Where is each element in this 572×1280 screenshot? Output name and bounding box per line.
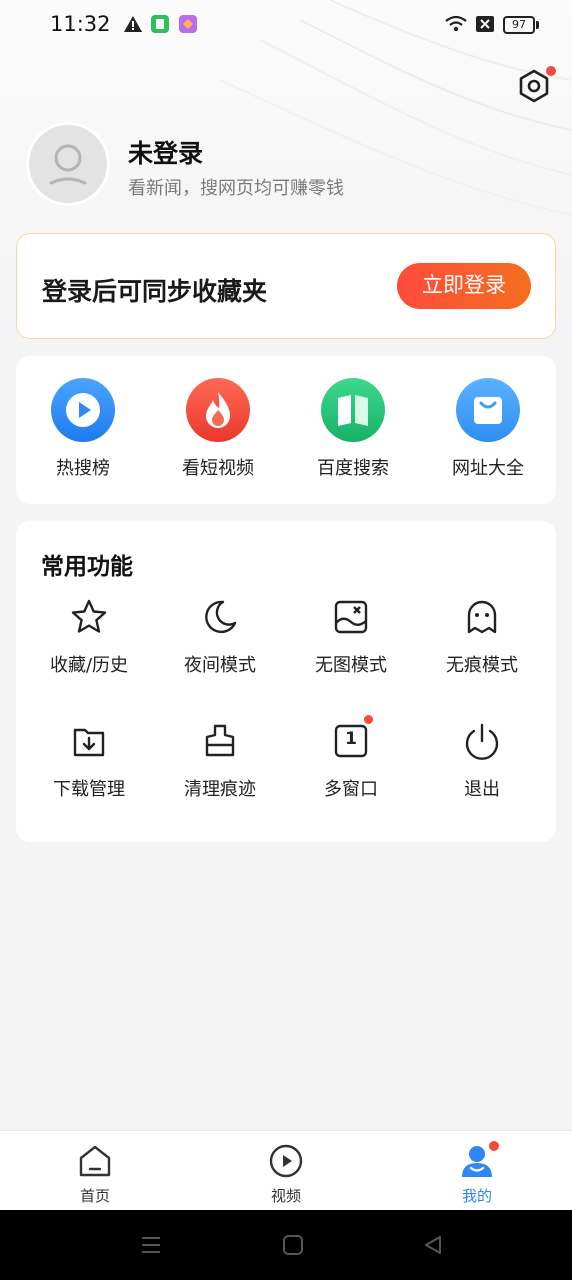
function-label: 退出 xyxy=(464,779,500,800)
login-sync-card: 登录后可同步收藏夹 立即登录 xyxy=(16,233,556,339)
night-mode-button[interactable]: 夜间模式 xyxy=(155,597,285,677)
system-navigation-bar xyxy=(0,1210,572,1280)
multi-window-button[interactable]: 1 多窗口 xyxy=(286,715,416,801)
user-icon xyxy=(459,1139,501,1179)
battery-indicator: 97 xyxy=(503,16,535,34)
settings-button[interactable] xyxy=(514,66,556,106)
clean-brush-icon xyxy=(200,721,240,761)
nav-label: 首页 xyxy=(79,1187,110,1205)
incognito-mode-button[interactable]: 无痕模式 xyxy=(417,597,547,677)
avatar[interactable] xyxy=(26,122,110,206)
star-icon xyxy=(69,597,109,637)
nav-label: 我的 xyxy=(461,1187,492,1205)
nav-label: 视频 xyxy=(270,1187,301,1205)
quick-link-url-directory[interactable]: 网址大全 xyxy=(428,378,548,480)
play-icon xyxy=(51,378,115,442)
menu-icon[interactable] xyxy=(140,1234,162,1256)
quick-link-label: 热搜榜 xyxy=(56,458,110,479)
book-icon xyxy=(321,378,385,442)
function-label: 清理痕迹 xyxy=(184,779,256,800)
status-time: 11:32 xyxy=(50,12,111,36)
function-label: 收藏/历史 xyxy=(49,655,129,676)
video-icon xyxy=(268,1143,304,1179)
settings-badge xyxy=(546,66,556,76)
nav-mine[interactable]: 我的 xyxy=(417,1139,537,1206)
function-label: 无痕模式 xyxy=(446,655,518,676)
quick-link-label: 百度搜索 xyxy=(317,458,389,479)
nav-video[interactable]: 视频 xyxy=(226,1143,346,1206)
quick-link-short-video[interactable]: 看短视频 xyxy=(158,378,278,480)
quick-links-card: 热搜榜 看短视频 百度搜索 网址大全 xyxy=(16,356,556,504)
function-label: 多窗口 xyxy=(324,779,378,800)
power-icon xyxy=(462,721,502,761)
login-sync-text: 登录后可同步收藏夹 xyxy=(42,277,268,306)
profile-name[interactable]: 未登录 xyxy=(128,134,203,170)
home-square-icon[interactable] xyxy=(282,1234,304,1256)
quick-link-hot-search[interactable]: 热搜榜 xyxy=(23,378,143,480)
multi-window-icon: 1 xyxy=(331,715,373,761)
back-icon[interactable] xyxy=(422,1234,444,1256)
login-button[interactable]: 立即登录 xyxy=(397,263,531,309)
no-image-mode-button[interactable]: 无图模式 xyxy=(286,597,416,677)
gallery-notification-icon xyxy=(178,14,198,38)
shopping-bag-icon xyxy=(456,378,520,442)
wifi-icon xyxy=(444,14,468,38)
warning-icon xyxy=(123,14,143,38)
default-avatar-icon xyxy=(49,144,87,185)
battery-tip xyxy=(536,21,539,29)
window-count: 1 xyxy=(345,729,357,749)
clear-traces-button[interactable]: 清理痕迹 xyxy=(155,721,285,801)
exit-button[interactable]: 退出 xyxy=(417,721,547,801)
favorites-history-button[interactable]: 收藏/历史 xyxy=(24,597,154,677)
common-functions-title: 常用功能 xyxy=(41,554,133,580)
app-notification-icon xyxy=(150,14,170,38)
no-image-icon xyxy=(331,597,371,637)
mine-badge xyxy=(487,1139,501,1153)
nav-home[interactable]: 首页 xyxy=(35,1143,155,1206)
function-label: 下载管理 xyxy=(53,779,125,800)
ghost-icon xyxy=(462,597,502,637)
home-icon xyxy=(77,1143,113,1179)
function-label: 无图模式 xyxy=(315,655,387,676)
flame-icon xyxy=(186,378,250,442)
quick-link-label: 网址大全 xyxy=(452,458,524,479)
no-sim-icon xyxy=(475,14,495,38)
moon-icon xyxy=(200,597,240,637)
quick-link-baidu-search[interactable]: 百度搜索 xyxy=(293,378,413,480)
profile-subtitle: 看新闻，搜网页均可赚零钱 xyxy=(128,178,344,199)
bottom-nav: 首页 视频 我的 xyxy=(0,1130,572,1210)
function-label: 夜间模式 xyxy=(184,655,256,676)
multi-window-badge xyxy=(364,715,373,724)
download-manager-button[interactable]: 下载管理 xyxy=(24,721,154,801)
common-functions-card: 常用功能 收藏/历史 夜间模式 无图模式 无痕模式 下载管理 清理痕迹 1 多窗… xyxy=(16,521,556,842)
quick-link-label: 看短视频 xyxy=(182,458,254,479)
status-bar: 11:32 97 xyxy=(0,0,572,52)
download-folder-icon xyxy=(69,721,109,761)
